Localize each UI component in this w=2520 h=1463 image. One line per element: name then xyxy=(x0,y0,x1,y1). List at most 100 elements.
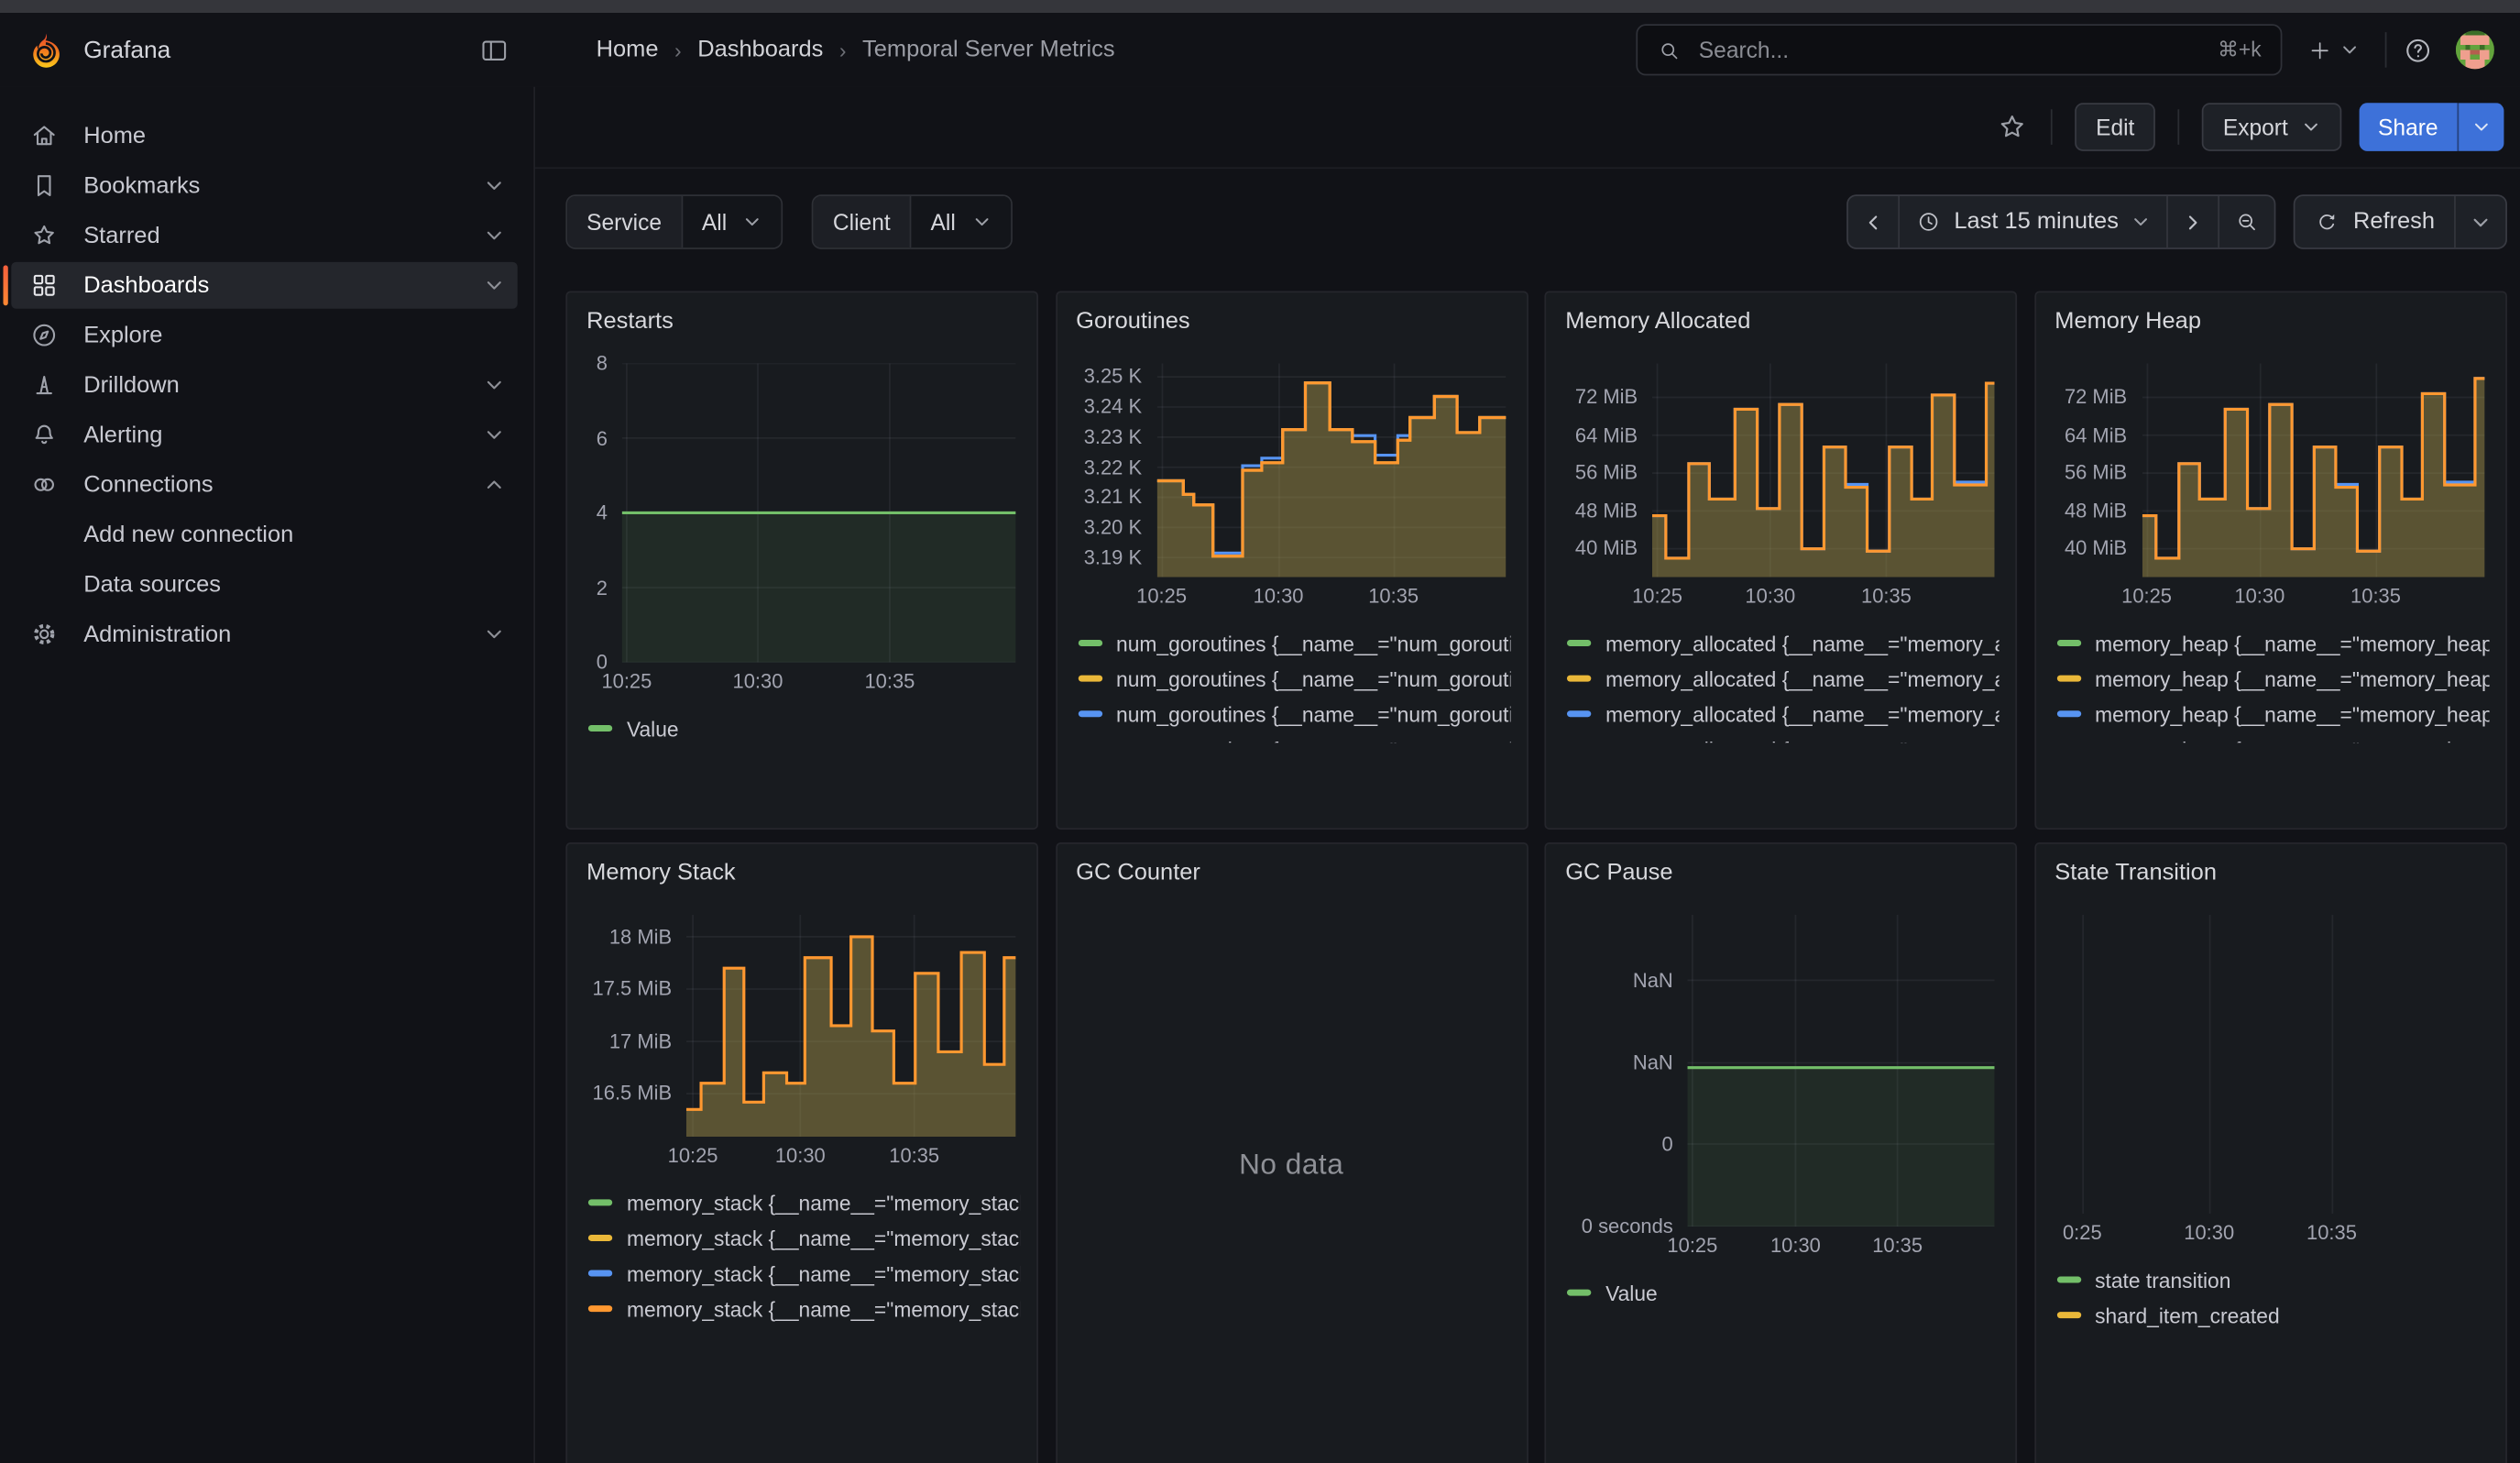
breadcrumb-item-dashboards[interactable]: Dashboards xyxy=(697,37,823,62)
sidebar-toggle-icon[interactable] xyxy=(479,35,509,65)
y-tick-label: 40 MiB xyxy=(2065,537,2127,560)
panel-title[interactable]: Memory Allocated xyxy=(1565,309,1996,341)
legend-item[interactable]: memory_heap {__name__="memory_heap" xyxy=(2052,661,2489,697)
y-tick-label: 16.5 MiB xyxy=(593,1083,673,1106)
search-box[interactable]: ⌘+k xyxy=(1636,24,2282,75)
plot-area[interactable] xyxy=(1156,363,1506,577)
favorite-star-icon[interactable] xyxy=(1996,111,2028,143)
x-tick-label: 10:30 xyxy=(775,1145,826,1168)
panel-memory-allocated: Memory Allocated72 MiB64 MiB56 MiB48 MiB… xyxy=(1544,291,2017,830)
panel-title[interactable]: Memory Heap xyxy=(2054,309,2485,341)
refresh-label: Refresh xyxy=(2353,209,2435,235)
plot-area[interactable] xyxy=(1688,915,1995,1226)
edit-button[interactable]: Edit xyxy=(2075,103,2155,151)
chart-area: 18 MiB17.5 MiB17 MiB16.5 MiB10:2510:3010… xyxy=(584,915,1021,1175)
service-filter-value[interactable]: All xyxy=(683,196,782,248)
legend-series-color xyxy=(2056,710,2080,717)
sidebar-item-dashboards[interactable]: Dashboards xyxy=(11,262,517,309)
panel-title[interactable]: Restarts xyxy=(586,309,1017,341)
y-tick-label: 3.25 K xyxy=(1084,366,1142,389)
search-shortcut: ⌘+k xyxy=(2218,37,2262,62)
legend-item[interactable]: memory_stack {__name__="memory_stack" xyxy=(584,1291,1021,1326)
y-tick-label: 8 xyxy=(597,352,608,375)
legend-item[interactable]: memory_stack {__name__="memory_stack" xyxy=(584,1220,1021,1256)
sidebar-item-starred[interactable]: Starred xyxy=(11,213,517,259)
legend-item[interactable]: num_goroutines {__name__="num_goroutines… xyxy=(1073,625,1510,661)
refresh-interval-button[interactable] xyxy=(2454,196,2505,248)
sidebar-item-bookmarks[interactable]: Bookmarks xyxy=(11,162,517,209)
legend-item[interactable]: Value xyxy=(584,710,1021,746)
panel-title[interactable]: State Transition xyxy=(2054,860,2485,892)
legend-series-color xyxy=(2056,640,2080,646)
legend: state transitionshard_item_created xyxy=(2052,1262,2489,1333)
sidebar-item-alerting[interactable]: Alerting xyxy=(11,412,517,458)
time-range-picker[interactable]: Last 15 minutes xyxy=(1898,196,2167,248)
legend-item[interactable]: state transition xyxy=(2052,1262,2489,1298)
legend-item[interactable]: memory_heap {__name__="memory_heap" xyxy=(2052,625,2489,661)
search-input[interactable] xyxy=(1695,36,2205,65)
panel-title[interactable]: GC Pause xyxy=(1565,860,1996,892)
client-filter[interactable]: Client All xyxy=(812,194,1012,249)
panel-title[interactable]: Goroutines xyxy=(1076,309,1507,341)
y-tick-label: 0 seconds xyxy=(1582,1216,1673,1238)
export-button[interactable]: Export xyxy=(2202,103,2341,151)
time-controls: Last 15 minutes Refresh xyxy=(1846,194,2507,249)
sidebar-item-home[interactable]: Home xyxy=(11,113,517,160)
legend-item[interactable]: memory_stack {__name__="memory_stack" xyxy=(584,1256,1021,1292)
x-tick-label: 10:25 xyxy=(1136,585,1187,608)
legend-item[interactable]: num_goroutines {__name__="num_goroutines… xyxy=(1073,661,1510,697)
help-icon[interactable] xyxy=(2403,35,2433,65)
y-axis: NaNNaN00 seconds xyxy=(1562,915,1688,1226)
x-tick-label: 0:25 xyxy=(2063,1222,2102,1245)
plot-area[interactable] xyxy=(2142,363,2484,577)
legend-item[interactable]: memory_heap {__name__="memory_heap" xyxy=(2052,732,2489,742)
avatar[interactable] xyxy=(2456,30,2494,69)
grafana-logo-icon[interactable] xyxy=(26,29,66,70)
sidebar-item-connections[interactable]: Connections xyxy=(11,461,517,508)
x-axis: 10:2510:3010:35 xyxy=(622,670,1016,696)
zoom-out-button[interactable] xyxy=(2219,196,2274,248)
chart-area: 3.25 K3.24 K3.23 K3.22 K3.21 K3.20 K3.19… xyxy=(1073,363,1510,615)
legend-item[interactable]: num_goroutines {__name__="num_goroutines… xyxy=(1073,732,1510,742)
x-tick-label: 10:35 xyxy=(864,670,915,693)
legend-item[interactable]: memory_allocated {__name__="memory_alloc… xyxy=(1562,732,2000,742)
sidebar-item-administration[interactable]: Administration xyxy=(11,610,517,657)
sidebar-item-drilldown[interactable]: Drilldown xyxy=(11,362,517,409)
time-range-label: Last 15 minutes xyxy=(1954,209,2119,235)
client-filter-label: Client xyxy=(814,196,912,248)
breadcrumb: Home›Dashboards›Temporal Server Metrics xyxy=(597,37,1637,62)
refresh-button[interactable]: Refresh xyxy=(2295,196,2454,248)
panel-title[interactable]: Memory Stack xyxy=(586,860,1017,892)
header-divider xyxy=(2385,32,2387,68)
grafana-app: Grafana Home›Dashboards›Temporal Server … xyxy=(0,0,2520,1463)
legend-item[interactable]: num_goroutines {__name__="num_goroutines… xyxy=(1073,696,1510,732)
legend-item[interactable]: Value xyxy=(1562,1275,2000,1311)
plot-area[interactable] xyxy=(2061,915,2483,1214)
add-new-button[interactable] xyxy=(2298,31,2369,68)
plot-area[interactable] xyxy=(686,915,1016,1137)
no-data-message: No data xyxy=(1057,844,1526,1463)
sidebar-item-explore[interactable]: Explore xyxy=(11,312,517,358)
sidebar-item-data-sources[interactable]: Data sources xyxy=(11,561,517,608)
legend-item[interactable]: memory_stack {__name__="memory_stack" xyxy=(584,1185,1021,1221)
legend-series-label: memory_allocated {__name__="memory_alloc… xyxy=(1605,631,2000,654)
panel-restarts: Restarts0246810:2510:3010:35Value xyxy=(565,291,1038,830)
client-filter-value[interactable]: All xyxy=(912,196,1011,248)
legend-item[interactable]: memory_allocated {__name__="memory_alloc… xyxy=(1562,661,2000,697)
plot-area[interactable] xyxy=(622,363,1016,662)
breadcrumb-item-home[interactable]: Home xyxy=(597,37,659,62)
legend-series-label: memory_stack {__name__="memory_stack" xyxy=(627,1261,1021,1285)
share-button[interactable]: Share xyxy=(2359,103,2458,151)
share-menu-button[interactable] xyxy=(2458,103,2504,151)
time-back-button[interactable] xyxy=(1848,196,1898,248)
legend-item[interactable]: memory_heap {__name__="memory_heap" xyxy=(2052,696,2489,732)
legend-item[interactable]: memory_allocated {__name__="memory_alloc… xyxy=(1562,696,2000,732)
legend-item[interactable]: memory_allocated {__name__="memory_alloc… xyxy=(1562,625,2000,661)
chevron-down-icon xyxy=(2131,213,2151,232)
sidebar-item-add-new-connection[interactable]: Add new connection xyxy=(11,512,517,558)
service-filter[interactable]: Service All xyxy=(565,194,783,249)
time-forward-button[interactable] xyxy=(2167,196,2219,248)
legend-item[interactable]: shard_item_created xyxy=(2052,1297,2489,1333)
plot-area[interactable] xyxy=(1652,363,1995,577)
compass-icon xyxy=(29,320,60,350)
